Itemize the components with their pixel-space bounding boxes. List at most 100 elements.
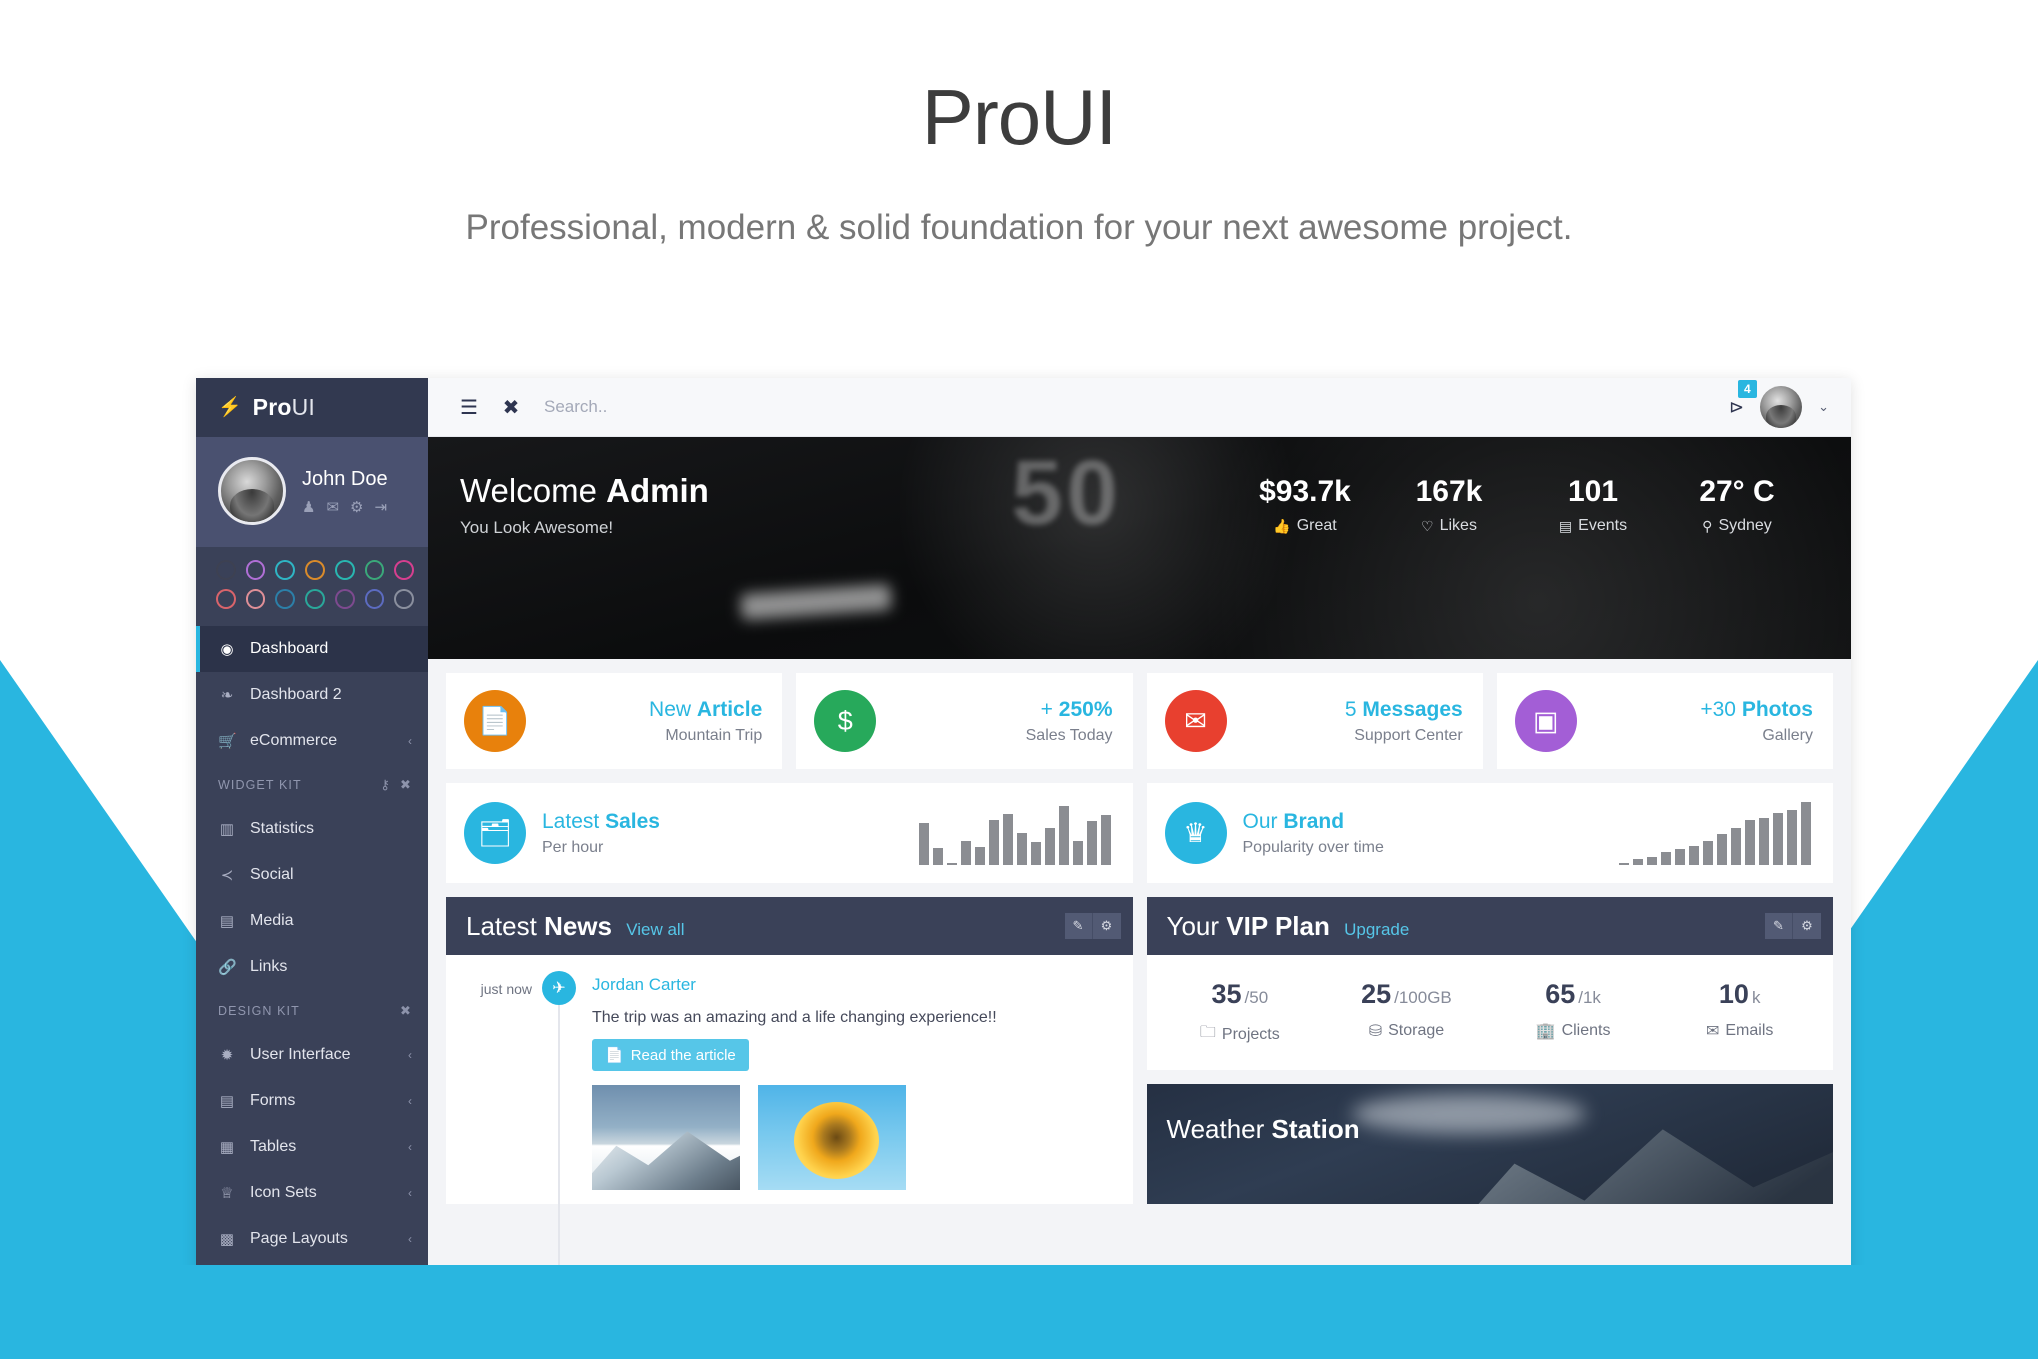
sparkline-bar <box>1689 845 1699 865</box>
welcome-greeting: Welcome Admin <box>460 472 1233 510</box>
dollar-icon: $ <box>814 690 877 752</box>
theme-swatch-2[interactable] <box>275 589 296 609</box>
user-avatar[interactable] <box>1760 386 1803 428</box>
content-scroll[interactable]: Welcome Admin You Look Awesome! $93.7k 👍 G… <box>428 437 1851 1278</box>
stat-tile-headline-light: + <box>1040 697 1053 721</box>
news-item: just now ✈ Jordan Carter The trip was an… <box>458 971 1113 1278</box>
search-input[interactable] <box>544 397 1729 417</box>
chevron-down-icon[interactable]: ⌄ <box>1818 399 1829 415</box>
user-icon[interactable]: ♟ <box>302 500 315 515</box>
news-author[interactable]: Jordan Carter <box>592 975 1113 995</box>
gear-icon[interactable]: ⚙ <box>350 500 363 515</box>
sidebar-item-media[interactable]: ▤ Media <box>196 898 428 944</box>
sidebar-item-social[interactable]: ≺ Social <box>196 852 428 898</box>
sidebar-item-icon-sets[interactable]: ♕ Icon Sets ‹ <box>196 1170 428 1216</box>
notification-badge: 4 <box>1738 379 1757 398</box>
sidebar-item-statistics[interactable]: ▥ Statistics <box>196 806 428 852</box>
chevron-left-icon[interactable]: ‹ <box>408 1094 412 1108</box>
theme-swatch-2[interactable] <box>275 560 296 580</box>
logout-icon[interactable]: ⇥ <box>374 500 387 515</box>
stat-tile-headline: +30 Photos <box>1593 697 1813 722</box>
sidebar-item-links[interactable]: 🔗 Links <box>196 944 428 990</box>
gear-icon[interactable]: ⚙ <box>1793 913 1821 939</box>
welcome-stat: 101 ▤ Events <box>1521 475 1665 535</box>
table-icon: ▦ <box>219 1139 235 1156</box>
theme-swatch-3[interactable] <box>305 589 325 609</box>
chevron-left-icon[interactable]: ‹ <box>408 1186 412 1200</box>
theme-swatch-1[interactable] <box>245 589 266 609</box>
theme-swatch-0[interactable] <box>216 589 236 609</box>
hamburger-icon[interactable]: ☰ <box>448 386 490 428</box>
sidebar-item-ecommerce[interactable]: 🛒 eCommerce ‹ <box>196 718 428 764</box>
vip-plan-header: Your VIP Plan Upgrade ✎ ⚙ <box>1146 897 1833 955</box>
sidebar-brand[interactable]: ⚡ ProUI <box>196 378 428 437</box>
stat-tile[interactable]: ▣ +30 Photos Gallery <box>1496 673 1833 769</box>
vip-title-bold: VIP Plan <box>1226 910 1330 941</box>
stat-tile[interactable]: ✉ 5 Messages Support Center <box>1146 673 1483 769</box>
stat-tile-headline-light: +30 <box>1700 697 1736 721</box>
tiles-row: 📄 New Article Mountain Trip $ + 250% Sales To… <box>446 673 1833 769</box>
vip-stat: 10 k ✉ Emails <box>1656 981 1823 1048</box>
sidebar-item-dashboard-2[interactable]: ❧ Dashboard 2 <box>196 672 428 718</box>
sidebar-item-label: Media <box>250 912 294 929</box>
chart-card-subtitle: Popularity over time <box>1242 839 1384 857</box>
theme-swatch-4[interactable] <box>334 560 355 580</box>
wrench-icon[interactable]: ✖ <box>400 1003 412 1019</box>
envelope-icon: ✉ <box>1705 1023 1720 1040</box>
thumbnail-mountain[interactable] <box>592 1085 740 1190</box>
sidebar-item-dashboard[interactable]: ◉ Dashboard <box>196 626 428 672</box>
sidebar-item-label: Forms <box>250 1092 296 1109</box>
thumbnail-flower[interactable] <box>758 1085 906 1190</box>
welcome-stat-value: $93.7k <box>1259 475 1351 508</box>
latest-news-header: Latest News View all ✎ ⚙ <box>446 897 1133 955</box>
stat-tile[interactable]: $ + 250% Sales Today <box>796 673 1133 769</box>
key-icon[interactable]: ⚷ <box>380 777 391 793</box>
chevron-left-icon[interactable]: ‹ <box>408 1140 412 1154</box>
sparkline-bar <box>1759 817 1769 865</box>
sidebar-item-label: User Interface <box>250 1046 351 1063</box>
chevron-left-icon[interactable]: ‹ <box>408 1232 412 1246</box>
sidebar-item-label: Social <box>250 866 294 883</box>
vip-stat-unit: /100GB <box>1394 988 1452 1007</box>
vip-stat-label: ✉ Emails <box>1656 1021 1823 1041</box>
chevron-left-icon[interactable]: ‹ <box>408 734 412 748</box>
sparkline-chart <box>676 801 1111 865</box>
stat-tile-headline-bold: Article <box>696 697 763 721</box>
theme-swatch-1[interactable] <box>245 560 266 580</box>
vip-stat-label-text: Clients <box>1561 1022 1611 1039</box>
sidebar-item-page-layouts[interactable]: ▩ Page Layouts ‹ <box>196 1216 428 1262</box>
news-thumbnails <box>592 1085 1113 1190</box>
sidebar-item-tables[interactable]: ▦ Tables ‹ <box>196 1124 428 1170</box>
sidebar-item-label: Tables <box>250 1138 297 1155</box>
theme-swatch-6[interactable] <box>394 589 415 609</box>
chart-card[interactable]: 🗂 Latest Sales Per hour <box>446 783 1133 883</box>
vip-stat-label: ⛁ Storage <box>1323 1021 1490 1041</box>
building-icon: 🏢 <box>1535 1023 1556 1040</box>
read-article-button[interactable]: 📄 Read the article <box>592 1039 749 1071</box>
theme-swatch-3[interactable] <box>305 560 325 580</box>
gear-icon[interactable]: ⚙ <box>1092 913 1121 939</box>
theme-swatch-5[interactable] <box>364 560 385 580</box>
sidebar-item-forms[interactable]: ▤ Forms ‹ <box>196 1078 428 1124</box>
wrench-icon[interactable]: ✖ <box>400 777 412 793</box>
weather-station-title: Weather Station <box>1147 1084 1834 1145</box>
stat-tile[interactable]: 📄 New Article Mountain Trip <box>446 673 783 769</box>
theme-swatch-4[interactable] <box>334 589 355 609</box>
avatar[interactable] <box>218 457 286 525</box>
read-article-label: Read the article <box>630 1046 736 1064</box>
chevron-left-icon[interactable]: ‹ <box>408 1048 412 1062</box>
pencil-icon[interactable]: ✎ <box>1765 913 1793 939</box>
sidebar-nav: ◉ Dashboard ❧ Dashboard 2 🛒 eCommerce ‹ WIDGET … <box>196 624 428 1278</box>
envelope-icon[interactable]: ✉ <box>326 500 339 515</box>
pencil-icon[interactable]: ✎ <box>1064 913 1093 939</box>
tools-icon[interactable]: ✖ <box>490 386 532 428</box>
theme-swatch-0[interactable] <box>216 560 236 580</box>
stat-tile-text: 5 Messages Support Center <box>1243 697 1463 745</box>
sidebar-item-user-interface[interactable]: ✹ User Interface ‹ <box>196 1032 428 1078</box>
share-icon[interactable]: ⊳ 4 <box>1729 379 1757 418</box>
theme-swatch-5[interactable] <box>364 589 385 609</box>
chart-card[interactable]: ♛ Our Brand Popularity over time <box>1146 783 1833 883</box>
theme-swatch-6[interactable] <box>394 560 415 580</box>
upgrade-link[interactable]: Upgrade <box>1344 920 1409 939</box>
view-all-link[interactable]: View all <box>626 920 684 939</box>
